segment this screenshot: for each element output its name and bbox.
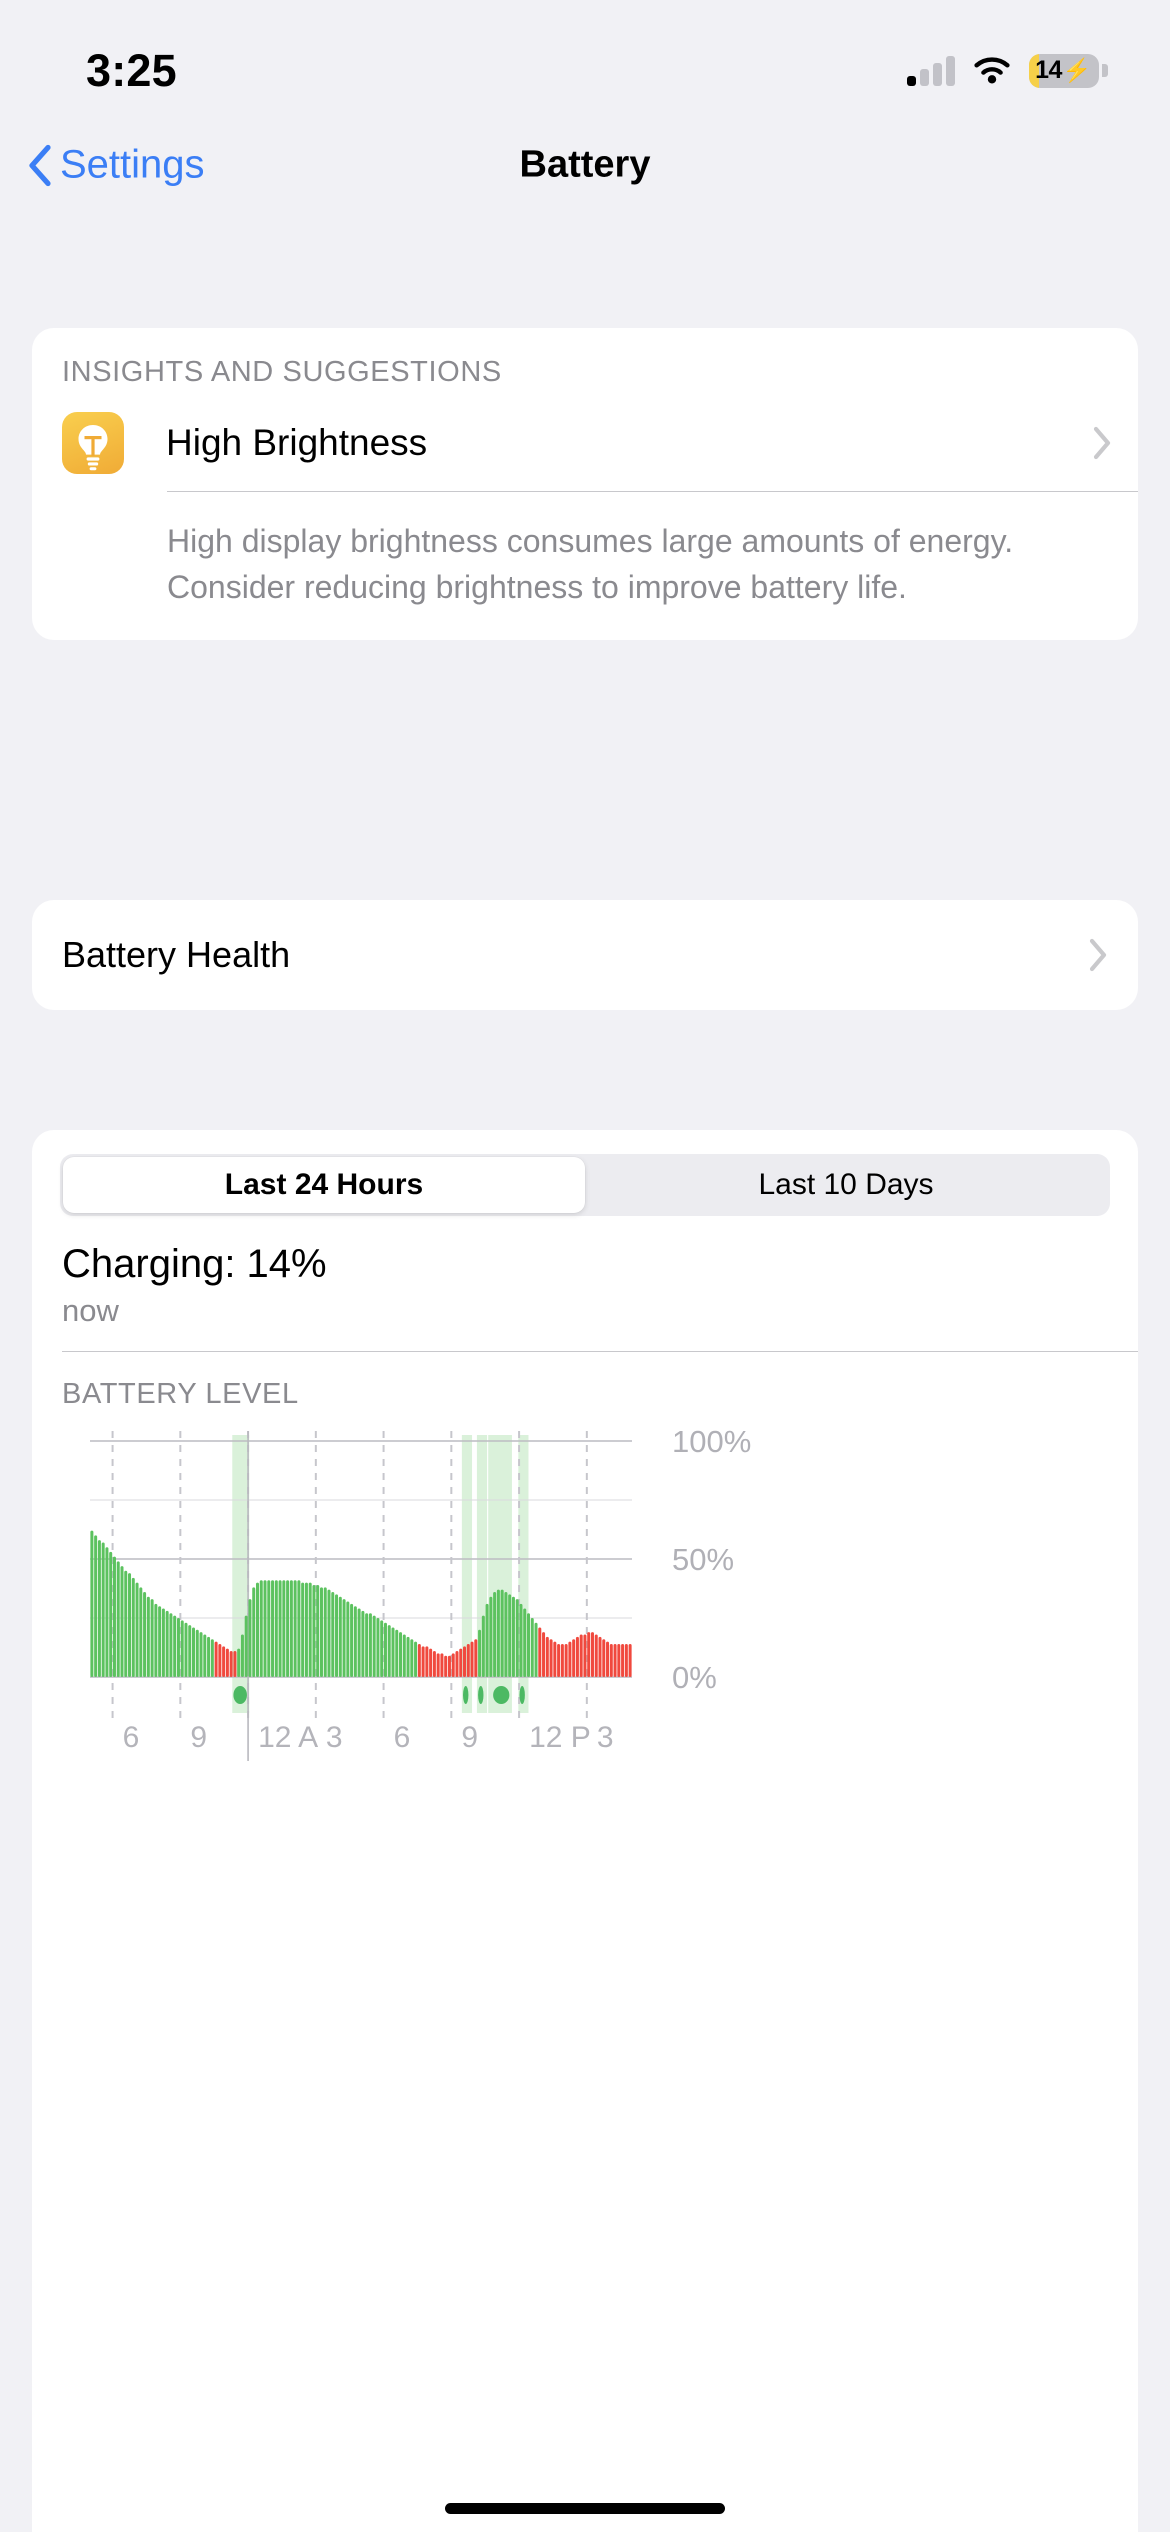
status-bar: 3:25 14 ⚡ [0, 0, 1170, 115]
iphone-screen: 3:25 14 ⚡ [0, 0, 1170, 2532]
battery-usage-card: Last 24 Hours Last 10 Days Charging: 14%… [32, 1130, 1138, 2532]
insight-title: High Brightness [166, 422, 1092, 464]
svg-text:6: 6 [394, 1721, 411, 1754]
time-range-segmented-control[interactable]: Last 24 Hours Last 10 Days [60, 1154, 1110, 1216]
svg-text:3: 3 [326, 1721, 343, 1754]
svg-text:50%: 50% [672, 1542, 734, 1577]
segment-last-10-days[interactable]: Last 10 Days [585, 1157, 1107, 1213]
status-bar-icons: 14 ⚡ [907, 54, 1108, 88]
battery-health-row[interactable]: Battery Health [32, 900, 1138, 1010]
chevron-right-icon [1092, 426, 1112, 460]
charging-status-title: Charging: 14% [32, 1216, 1138, 1287]
insight-high-brightness-row[interactable]: High Brightness [32, 395, 1138, 491]
battery-cap [1102, 64, 1108, 77]
svg-text:3: 3 [597, 1721, 614, 1754]
battery-icon: 14 ⚡ [1029, 54, 1108, 88]
svg-text:0%: 0% [672, 1660, 717, 1695]
svg-text:6: 6 [123, 1721, 140, 1754]
home-indicator [445, 2503, 725, 2514]
cellular-signal-icon [907, 56, 955, 86]
insights-section-header: INSIGHTS AND SUGGESTIONS [32, 328, 1138, 395]
charging-status-subtitle: now [32, 1287, 1138, 1351]
svg-text:9: 9 [461, 1721, 478, 1754]
wifi-icon [972, 56, 1012, 86]
svg-text:100%: 100% [672, 1427, 751, 1459]
status-bar-time: 3:25 [86, 45, 177, 97]
charging-bolt-icon: ⚡ [1063, 57, 1091, 84]
battery-level-chart: 6912 A36912 P3100%50%0% [32, 1411, 1138, 1787]
navigation-bar: Settings Battery [0, 115, 1170, 215]
battery-health-card[interactable]: Battery Health [32, 900, 1138, 1010]
battery-health-label: Battery Health [62, 934, 290, 976]
svg-text:9: 9 [190, 1721, 207, 1754]
settings-content: Battery Percentage Low Power Mode Low Po… [0, 215, 1170, 2532]
battery-percent-label: 14 [1035, 56, 1062, 85]
chevron-right-icon [1088, 938, 1108, 972]
segment-last-24-hours[interactable]: Last 24 Hours [63, 1157, 585, 1213]
battery-level-header: BATTERY LEVEL [32, 1352, 1138, 1411]
insights-card: INSIGHTS AND SUGGESTIONS High Brightness [32, 328, 1138, 640]
svg-text:12 P: 12 P [529, 1721, 591, 1754]
svg-text:12 A: 12 A [258, 1721, 318, 1754]
lightbulb-icon [62, 412, 124, 474]
insight-body: High display brightness consumes large a… [32, 492, 1138, 640]
battery-level-plot: 6912 A36912 P3100%50%0% [62, 1427, 1138, 1787]
page-title: Battery [0, 144, 1170, 187]
